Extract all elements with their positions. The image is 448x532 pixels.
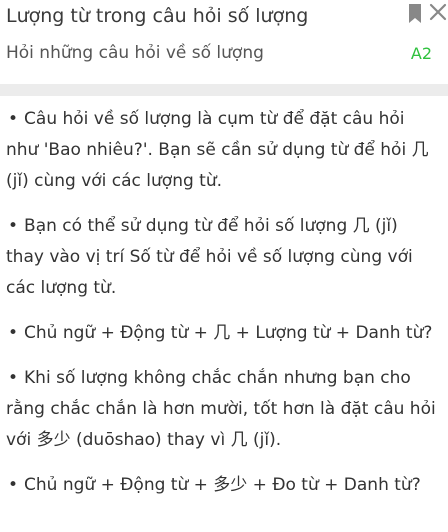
list-item: • Chủ ngữ + Động từ + 多少 + Đo từ + Danh t…: [6, 470, 440, 501]
bookmark-icon[interactable]: [408, 4, 422, 24]
bullet: •: [8, 216, 19, 236]
list-item-text: Chủ ngữ + Động từ + 几 + Lượng từ + Danh …: [24, 323, 433, 343]
list-item: • Bạn có thể sử dụng từ để hỏi số lượng 几…: [6, 211, 440, 304]
list-item: • Khi số lượng không chắc chắn nhưng bạn …: [6, 363, 440, 456]
list-item-text: Khi số lượng không chắc chắn nhưng bạn c…: [6, 368, 436, 450]
lesson-content: • Câu hỏi về số lượng là cụm từ để đặt câ…: [0, 96, 448, 515]
list-item: • Chủ ngữ + Động từ + 几 + Lượng từ + Danh…: [6, 318, 440, 349]
bullet: •: [8, 475, 19, 495]
list-item-text: Câu hỏi về số lượng là cụm từ để đặt câu…: [6, 109, 429, 191]
close-icon[interactable]: [428, 2, 448, 22]
lesson-header: Lượng từ trong câu hỏi số lượng Hỏi nhữn…: [0, 0, 448, 84]
bullet: •: [8, 323, 19, 343]
bullet: •: [8, 109, 19, 129]
section-divider: [0, 84, 448, 96]
level-badge: A2: [410, 44, 432, 63]
lesson-title: Lượng từ trong câu hỏi số lượng: [6, 5, 309, 27]
lesson-subtitle: Hỏi những câu hỏi về số lượng: [6, 43, 264, 63]
list-item-text: Chủ ngữ + Động từ + 多少 + Đo từ + Danh từ…: [24, 475, 421, 495]
list-item: • Câu hỏi về số lượng là cụm từ để đặt câ…: [6, 104, 440, 197]
list-item-text: Bạn có thể sử dụng từ để hỏi số lượng 几 …: [6, 216, 413, 298]
bullet: •: [8, 368, 19, 388]
